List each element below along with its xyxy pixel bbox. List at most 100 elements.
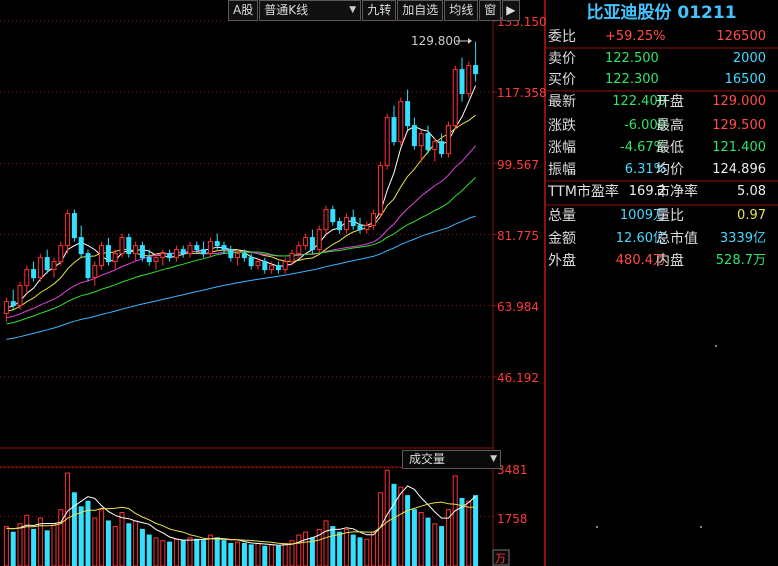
candle-body [418,133,424,147]
volume-bar [17,523,23,566]
stock-title: 比亚迪股份 01211 [586,3,737,23]
volume-bar [350,534,356,566]
volume-bar [119,512,125,566]
candle-body [445,125,451,155]
volume-bar [323,520,329,566]
chevron-down-icon: ▼ [490,454,497,464]
quote-value: 528.7万 [715,253,766,268]
window-button[interactable]: 窗 [479,0,502,21]
sell-price-label: 卖价 [548,51,576,67]
volume-bar [235,541,241,566]
volume-bar [411,509,417,566]
volume-bar [51,523,57,566]
volume-bar [303,531,309,566]
quote-row: 金额 12.60亿 总市值 3339亿 [545,228,778,250]
candle-body [17,285,23,307]
volume-bar [269,544,275,566]
quote-label: 最高 [656,118,684,134]
volume-bar [405,495,411,566]
price-axis-label-4: 63.984 [497,300,539,314]
sell-volume-value: 2000 [732,51,766,66]
volume-bar [207,534,213,566]
candle-body [3,301,9,315]
quote-label: 总量 [548,208,576,224]
candle-body [201,249,207,255]
volume-bar [425,517,431,566]
volume-bar [439,526,445,566]
candle-body [235,253,241,259]
candle-body [452,69,458,127]
quote-panel: 比亚迪股份 01211 委比 +59.25% 126500 卖价 122.500… [545,0,778,566]
volume-bar [167,541,173,566]
candle-body [153,257,159,263]
price-axis-label-5: 46.192 [497,371,539,385]
add-watchlist-button[interactable]: 加自选 [397,0,444,21]
price-axis-label-1: 117.358 [497,86,547,100]
candle-body [51,261,57,271]
candle-body [282,261,288,271]
candle-body [275,265,281,271]
quote-value: 0.97 [737,208,766,223]
quote-value: 129.000 [712,94,766,109]
quote-row: 最新 122.400 开盘 129.000 [545,91,778,113]
buy-volume-value: 16500 [724,72,766,87]
volume-bar [78,506,84,566]
volume-bar [398,486,404,566]
candle-body [405,101,411,127]
candle-body [214,241,220,247]
candle-body [194,245,200,251]
volume-bar [337,531,343,566]
volume-bar [126,523,132,566]
quote-label: 振幅 [548,162,576,178]
volume-bar [391,483,397,566]
candle-body [119,237,125,255]
volume-bar [71,492,77,566]
quote-value: 5.08 [737,184,766,199]
buy-price-label: 买价 [548,72,576,88]
buy-price-row: 买价 122.300 16500 [545,69,778,91]
volume-indicator-dropdown[interactable]: 成交量 ▼ [402,450,501,469]
volume-bar [282,542,288,566]
quote-value: 121.400 [712,140,766,155]
volume-bar [105,520,111,566]
candle-body [139,245,145,259]
volume-bar [466,500,472,566]
volume-bar [275,545,281,566]
expand-panel-button[interactable]: ▶ [502,0,520,21]
candle-body [105,245,111,263]
sell-price-value: 122.500 [605,51,659,66]
quote-label: 内盘 [656,253,684,269]
volume-bar [139,528,145,566]
candle-body [330,209,336,223]
nine-turn-button[interactable]: 九转 [362,0,397,21]
quote-label: 最新 [548,94,576,110]
quote-row: TTM市盈率 169.2 市净率 5.08 [545,181,778,203]
candle-body [10,301,16,307]
volume-bar [92,517,98,566]
candle-body [133,245,139,255]
volume-bar [187,537,193,566]
candle-body [180,249,186,255]
ma-line-button[interactable]: 均线 [444,0,479,21]
quote-label: 市净率 [656,184,698,200]
quote-label: 外盘 [548,253,576,269]
quote-value: 124.896 [712,162,766,177]
volume-bar [228,542,234,566]
candle-body [146,257,152,263]
chart-toolbar: A股 普通K线 ▼ 九转 加自选 均线 窗 ▶ [228,0,521,21]
candle-body [439,141,445,155]
volume-bar [173,538,179,566]
candle-body [411,125,417,147]
kline-type-dropdown[interactable]: 普通K线 ▼ [259,0,362,21]
a-share-button[interactable]: A股 [228,0,259,21]
volume-bar [330,526,336,566]
candle-body [425,133,431,151]
volume-bar [160,540,166,566]
price-axis-label-2: 99.567 [497,158,539,172]
volume-bar [296,534,302,566]
candle-body [269,265,275,271]
sell-price-row: 卖价 122.500 2000 [545,48,778,70]
candle-body [357,225,363,231]
candlestick-series [3,41,479,322]
quote-row: 外盘 480.4万 内盘 528.7万 [545,250,778,272]
